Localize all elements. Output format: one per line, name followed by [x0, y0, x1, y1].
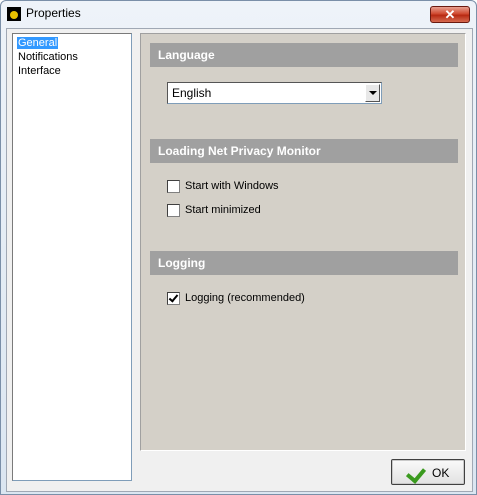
- tree-item-label: Notifications: [18, 51, 78, 63]
- start-with-windows-checkbox[interactable]: [167, 180, 180, 193]
- language-select[interactable]: English: [167, 82, 382, 104]
- tree-item-interface[interactable]: Interface: [13, 64, 131, 78]
- logging-section-header: Logging: [150, 251, 458, 275]
- window-title: Properties: [26, 6, 81, 20]
- tree-item-label: General: [17, 37, 59, 49]
- logging-checkbox[interactable]: [167, 292, 180, 305]
- language-section-header: Language: [150, 43, 458, 67]
- close-button[interactable]: ✕: [430, 6, 470, 23]
- start-minimized-label: Start minimized: [185, 204, 261, 216]
- close-icon: ✕: [444, 7, 456, 22]
- title-bar[interactable]: Properties ✕: [1, 1, 476, 27]
- language-select-value: English: [172, 86, 212, 100]
- tree-item-general[interactable]: General: [13, 36, 131, 50]
- app-icon: [7, 7, 21, 21]
- ok-button[interactable]: OK: [391, 459, 465, 485]
- loading-section-header: Loading Net Privacy Monitor: [150, 139, 458, 163]
- logging-label: Logging (recommended): [185, 292, 305, 304]
- ok-button-label: OK: [432, 466, 450, 480]
- dialog-client-area: General Notifications Interface Language…: [6, 28, 473, 492]
- chevron-down-icon[interactable]: [365, 84, 380, 102]
- tree-item-notifications[interactable]: Notifications: [13, 50, 131, 64]
- properties-window: Properties ✕ General Notifications Inter…: [0, 0, 477, 495]
- start-with-windows-label: Start with Windows: [185, 180, 279, 192]
- settings-panel: Language English Loading Net Privacy Mon…: [140, 33, 466, 451]
- tree-item-label: Interface: [18, 65, 61, 77]
- checkmark-icon: [405, 463, 427, 484]
- start-minimized-checkbox[interactable]: [167, 204, 180, 217]
- category-tree[interactable]: General Notifications Interface: [12, 33, 132, 481]
